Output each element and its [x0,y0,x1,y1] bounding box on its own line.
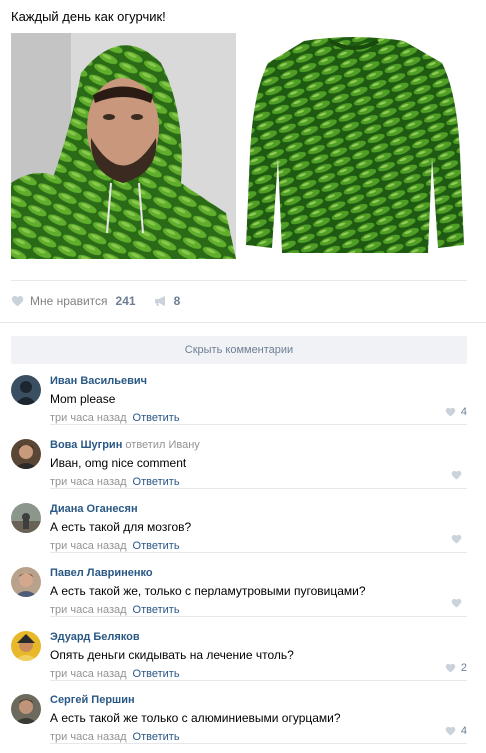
comment-time[interactable]: три часа назад [50,412,127,424]
comment-answered-to[interactable]: ответил Ивану [125,439,199,451]
comment-time[interactable]: три часа назад [50,540,127,552]
reply-button[interactable]: Ответить [133,540,180,552]
comment-time[interactable]: три часа назад [50,476,127,488]
reply-button[interactable]: Ответить [133,604,180,616]
comment-author[interactable]: Вова Шугрин [50,439,122,451]
photo-man-image [11,33,236,259]
comment: Иван Васильевич Mom please три часа наза… [11,375,467,433]
photo-pickle-sweater[interactable] [242,33,467,259]
comment-like-button[interactable] [451,470,467,480]
comment-like-button[interactable]: 4 [445,725,467,737]
repost-button[interactable]: 8 [154,294,181,308]
avatar[interactable] [11,694,41,724]
divider [0,322,486,323]
heart-icon [451,470,462,480]
post-actions: Мне нравится 241 8 [11,292,180,310]
comment: Павел Лавриненко А есть такой же, только… [11,567,467,625]
heart-icon [445,407,456,417]
comment-text: А есть такой же, только с перламутровыми… [50,584,366,598]
comment-time[interactable]: три часа назад [50,604,127,616]
comment-like-button[interactable] [451,534,467,544]
comment-like-count: 2 [460,662,467,674]
like-label: Мне нравится [30,294,108,308]
comment: Эдуард Беляков Опять деньги скидывать на… [11,631,467,689]
comment: Сергей Першин А есть такой же только с а… [11,694,467,752]
comment-text: А есть такой для мозгов? [50,520,192,534]
repost-count: 8 [173,294,181,308]
heart-icon [445,726,456,736]
heart-icon [11,296,24,307]
reply-button[interactable]: Ответить [133,731,180,743]
comment-author[interactable]: Эдуард Беляков [50,631,140,643]
avatar[interactable] [11,567,41,597]
comment: Диана Оганесян А есть такой для мозгов? … [11,503,467,561]
reply-button[interactable]: Ответить [133,412,180,424]
photo-man-in-pickle-hoodie[interactable] [11,33,236,259]
divider [11,280,467,281]
comment-time[interactable]: три часа назад [50,668,127,680]
comment-text: Иван, omg nice comment [50,456,187,470]
comment-author[interactable]: Диана Оганесян [50,503,138,515]
comment-text: Опять деньги скидывать на лечение чтоль? [50,648,294,662]
avatar[interactable] [11,375,41,405]
avatar[interactable] [11,439,41,469]
reply-button[interactable]: Ответить [133,476,180,488]
like-count: 241 [115,294,136,308]
comment-text: Mom please [50,392,116,406]
comment-like-button[interactable]: 2 [445,662,467,674]
heart-icon [451,598,462,608]
comment-like-button[interactable]: 4 [445,406,467,418]
avatar[interactable] [11,503,41,533]
post-text: Каждый день как огурчик! [11,9,166,24]
heart-icon [445,663,456,673]
hide-comments-button[interactable]: Скрыть комментарии [11,336,467,364]
comment-author[interactable]: Сергей Першин [50,694,135,706]
reply-button[interactable]: Ответить [133,668,180,680]
comment-author[interactable]: Иван Васильевич [50,375,147,387]
comment-like-count: 4 [460,406,467,418]
megaphone-icon [154,296,165,306]
avatar[interactable] [11,631,41,661]
comment-author[interactable]: Павел Лавриненко [50,567,153,579]
heart-icon [451,534,462,544]
photo-sweater-image [242,33,467,259]
comment-like-button[interactable] [451,598,467,608]
comment: Вова Шугрин ответил Ивану Иван, omg nice… [11,439,467,497]
comment-like-count: 4 [460,725,467,737]
comment-text: А есть такой же только с алюминиевыми ог… [50,711,341,725]
comment-time[interactable]: три часа назад [50,731,127,743]
like-button[interactable]: Мне нравится 241 [11,294,136,308]
